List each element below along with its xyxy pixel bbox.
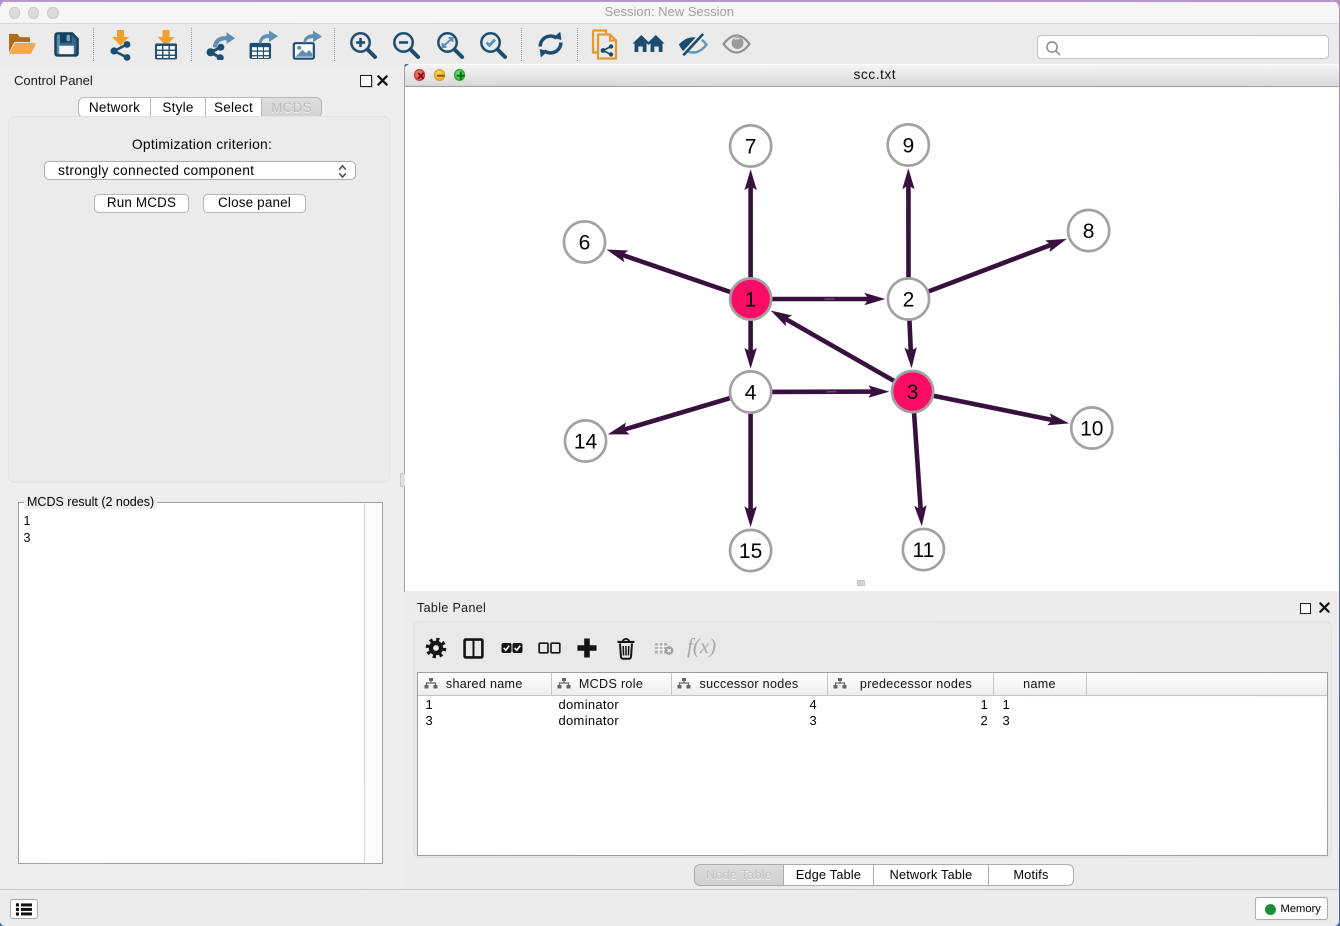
svg-text:10: 10 bbox=[1080, 418, 1103, 441]
svg-text:15: 15 bbox=[739, 540, 762, 563]
svg-text:6: 6 bbox=[579, 232, 591, 255]
svg-text:14: 14 bbox=[574, 431, 598, 454]
svg-text:4: 4 bbox=[745, 382, 757, 405]
svg-text:8: 8 bbox=[1083, 220, 1095, 243]
svg-text:2: 2 bbox=[903, 289, 915, 312]
svg-text:9: 9 bbox=[902, 135, 914, 158]
svg-text:7: 7 bbox=[745, 136, 757, 159]
svg-text:3: 3 bbox=[907, 381, 919, 404]
svg-text:11: 11 bbox=[912, 539, 934, 562]
svg-text:1: 1 bbox=[745, 289, 757, 312]
